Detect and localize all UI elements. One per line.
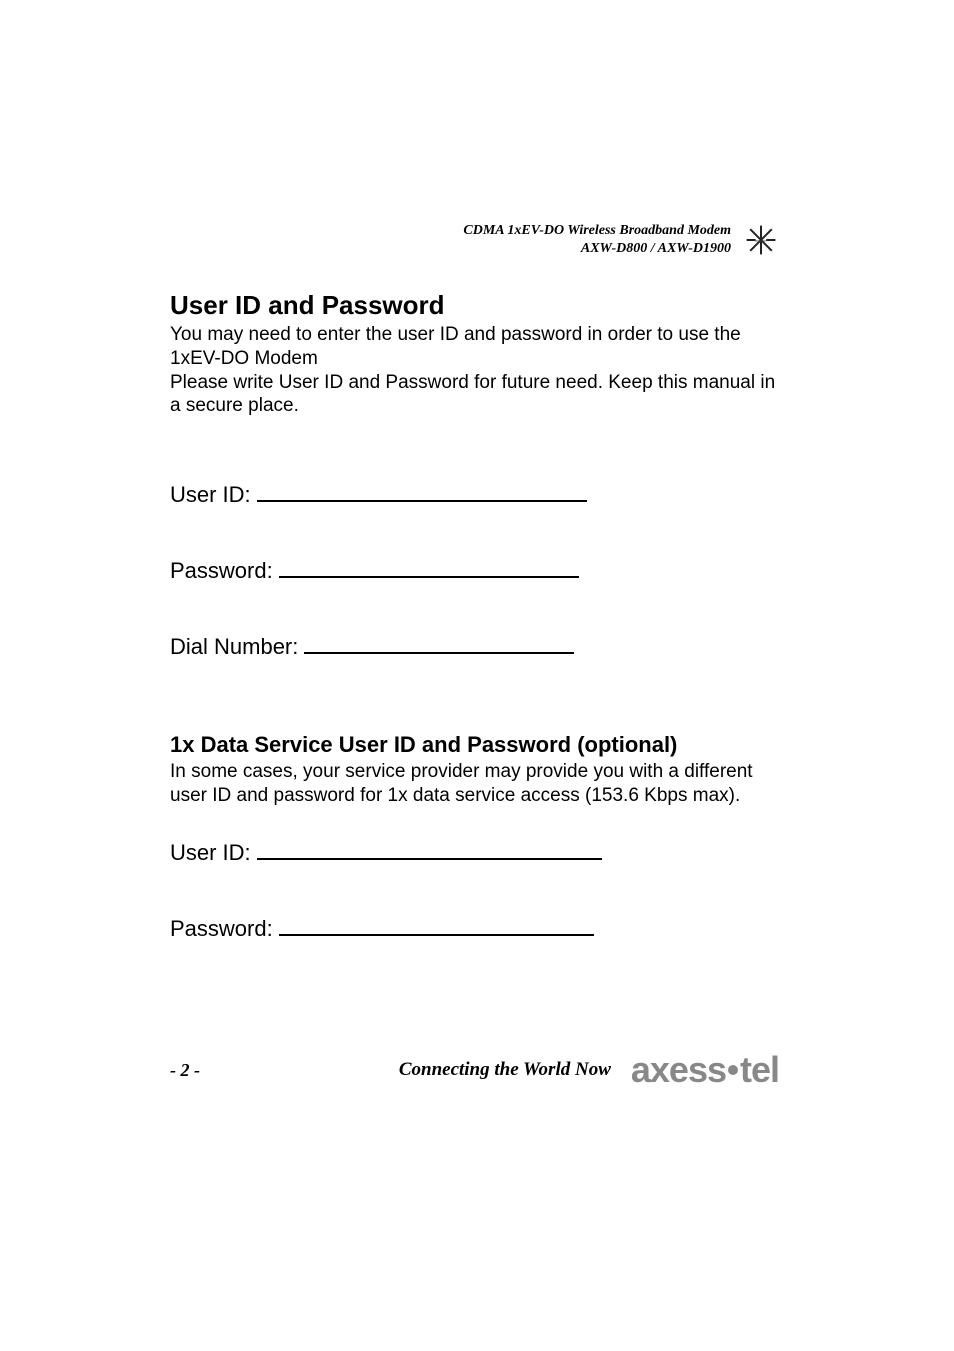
page-body: User ID and Password You may need to ent… xyxy=(0,0,954,942)
asterisk-logo-icon: axesstel xyxy=(743,222,779,258)
svg-text:axesstel: axesstel xyxy=(755,239,767,243)
userid-label: User ID: xyxy=(170,482,251,508)
userid-1x-blank-line[interactable] xyxy=(257,838,602,860)
brand-logo: axess tel xyxy=(631,1049,779,1091)
header-product-text: CDMA 1xEV-DO Wireless Broadband Modem AX… xyxy=(463,222,731,258)
userid-1x-label: User ID: xyxy=(170,840,251,866)
field-dial-number: Dial Number: xyxy=(170,632,779,660)
userid-blank-line[interactable] xyxy=(257,480,587,502)
password-1x-label: Password: xyxy=(170,916,273,942)
field-userid-1x: User ID: xyxy=(170,838,779,866)
section-title-1x-data: 1x Data Service User ID and Password (op… xyxy=(170,732,779,758)
password-blank-line[interactable] xyxy=(279,556,579,578)
password-1x-blank-line[interactable] xyxy=(279,914,594,936)
document-header: CDMA 1xEV-DO Wireless Broadband Modem AX… xyxy=(463,222,779,258)
page-number: - 2 - xyxy=(170,1060,200,1081)
password-label: Password: xyxy=(170,558,273,584)
header-line1: CDMA 1xEV-DO Wireless Broadband Modem xyxy=(463,222,731,240)
dial-number-label: Dial Number: xyxy=(170,634,298,660)
field-userid: User ID: xyxy=(170,480,779,508)
dial-number-blank-line[interactable] xyxy=(304,632,574,654)
field-password: Password: xyxy=(170,556,779,584)
field-password-1x: Password: xyxy=(170,914,779,942)
brand-part1: axess xyxy=(631,1049,726,1090)
section1-para1: You may need to enter the user ID and pa… xyxy=(170,323,779,371)
page-footer: - 2 - Connecting the World Now axess tel xyxy=(170,1049,779,1091)
section-title-userid-password: User ID and Password xyxy=(170,290,779,321)
brand-part2: tel xyxy=(740,1049,779,1090)
footer-right: Connecting the World Now axess tel xyxy=(399,1049,779,1091)
brand-dot-icon xyxy=(728,1065,738,1075)
section2-para1: In some cases, your service provider may… xyxy=(170,760,779,808)
footer-tagline: Connecting the World Now xyxy=(399,1059,611,1081)
section1-para2: Please write User ID and Password for fu… xyxy=(170,371,779,419)
header-line2: AXW-D800 / AXW-D1900 xyxy=(463,240,731,258)
